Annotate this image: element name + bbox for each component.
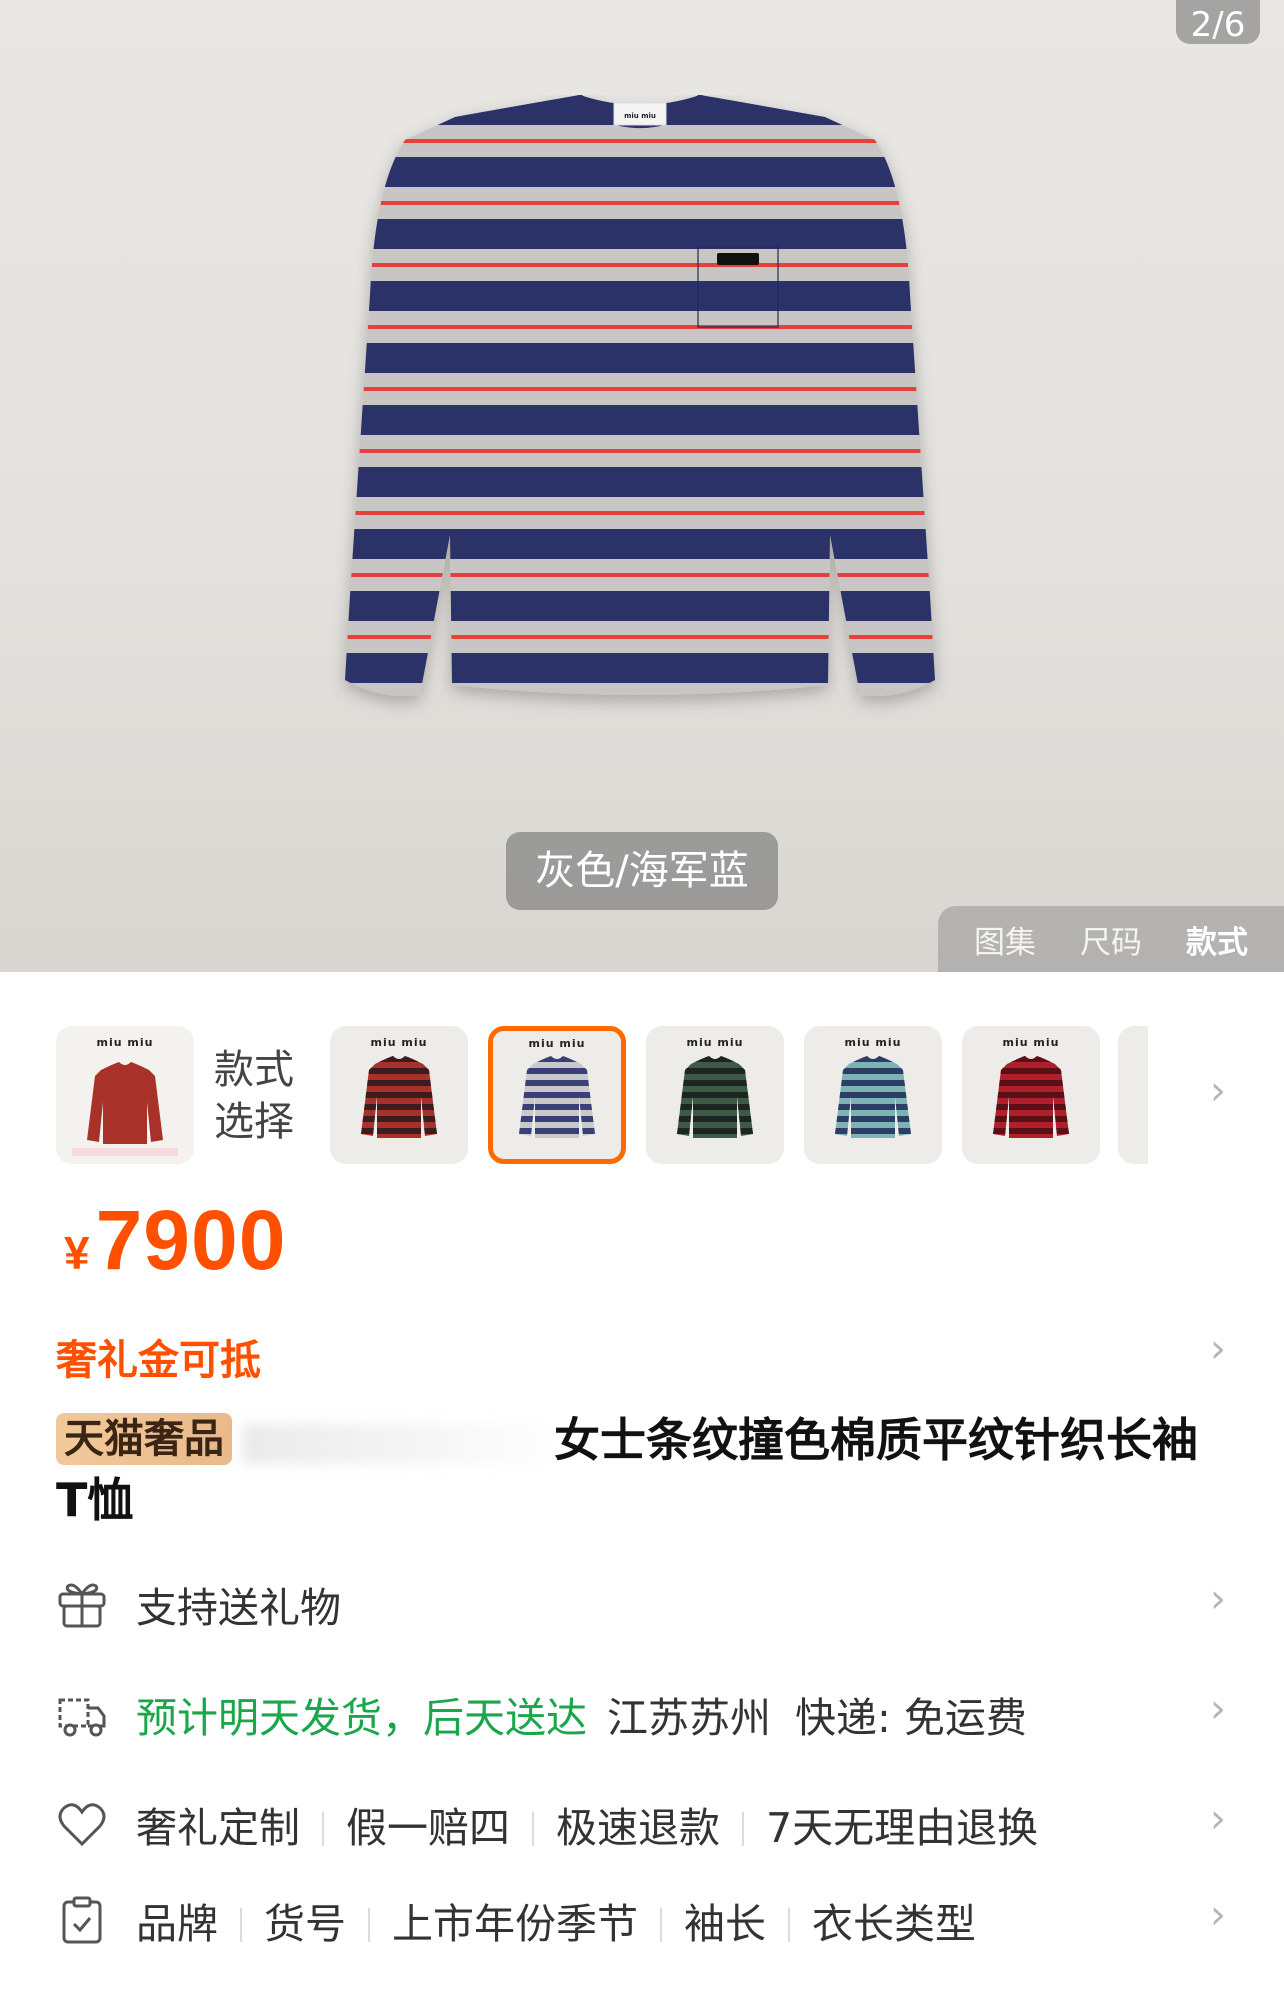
- blurred-brand-text: [242, 1423, 542, 1464]
- tmall-luxury-badge: 天猫奢品: [56, 1413, 232, 1465]
- shirt-thumb-icon: [87, 1062, 163, 1144]
- clipboard-icon: [62, 1896, 102, 1944]
- tab-size[interactable]: 尺码: [1080, 917, 1142, 962]
- thumb-pink-bar: [72, 1148, 178, 1156]
- shirt-thumb-icon: [361, 1056, 437, 1138]
- thumb-brand: miu miu: [1002, 1036, 1060, 1049]
- shirt-thumb-icon: [677, 1056, 753, 1138]
- shipping-chevron-icon[interactable]: ›: [1210, 1686, 1226, 1732]
- shirt-thumb-icon: [519, 1056, 595, 1138]
- collar-label: miu miu: [624, 112, 656, 120]
- gift-chevron-icon[interactable]: ›: [1210, 1576, 1226, 1622]
- express-fee: 快递: 免运费: [795, 1694, 1027, 1742]
- gift-row[interactable]: 支持送礼物: [56, 1574, 1236, 1634]
- style-select-label: 款式 选择: [214, 1047, 294, 1145]
- thumb-brand: miu miu: [96, 1036, 154, 1049]
- services-row[interactable]: 奢礼定制 假一赔四 极速退款 7天无理由退换: [56, 1794, 1236, 1854]
- service-item: 假一赔四: [346, 1804, 510, 1852]
- param-item: 袖长: [684, 1900, 766, 1948]
- separator: [788, 1908, 790, 1942]
- ship-origin: 江苏苏州: [607, 1694, 771, 1742]
- variant-thumb-green-black[interactable]: miu miu: [646, 1026, 784, 1164]
- color-name-chip: 灰色/海军蓝: [506, 832, 778, 910]
- product-price: ¥7900: [64, 1192, 286, 1289]
- product-shirt-image: miu miu: [330, 93, 950, 795]
- product-title: 天猫奢品 女士条纹撞色棉质平纹针织长袖T恤: [56, 1410, 1206, 1530]
- style-row-chevron-icon[interactable]: ›: [1210, 1068, 1226, 1114]
- separator: [532, 1812, 534, 1846]
- params-chevron-icon[interactable]: ›: [1210, 1892, 1226, 1938]
- param-item: 上市年份季节: [392, 1900, 638, 1948]
- delivery-truck-icon: [58, 1698, 106, 1737]
- price-value: 7900: [95, 1193, 287, 1287]
- price-currency: ¥: [64, 1227, 90, 1279]
- service-item: 极速退款: [556, 1804, 720, 1852]
- shirt-thumb-icon: [993, 1056, 1069, 1138]
- delivery-eta: 预计明天发货，后天送达: [136, 1694, 587, 1742]
- service-item: 7天无理由退换: [766, 1804, 1039, 1852]
- gift-support-text: 支持送礼物: [136, 1584, 341, 1632]
- variant-thumb-partial[interactable]: [1118, 1026, 1148, 1164]
- promo-chevron-icon[interactable]: ›: [1210, 1326, 1226, 1372]
- striped-shirt-graphic: miu miu: [345, 93, 935, 696]
- product-hero-image[interactable]: 2/6 miu miu 灰色/海军蓝 图集 尺码 款式: [0, 0, 1284, 972]
- thumb-brand: miu miu: [686, 1036, 744, 1049]
- thumb-brand: miu miu: [528, 1037, 586, 1050]
- service-item: 奢礼定制: [136, 1804, 300, 1852]
- param-item: 品牌: [136, 1900, 218, 1948]
- services-chevron-icon[interactable]: ›: [1210, 1796, 1226, 1842]
- param-item: 衣长类型: [812, 1900, 976, 1948]
- image-counter: 2/6: [1176, 0, 1260, 45]
- separator: [368, 1908, 370, 1942]
- view-tabs: 图集 尺码 款式: [938, 906, 1284, 972]
- thumb-brand: miu miu: [844, 1036, 902, 1049]
- separator: [742, 1812, 744, 1846]
- shipping-row[interactable]: 预计明天发货，后天送达 江苏苏州 快递: 免运费: [56, 1684, 1236, 1744]
- gift-money-promo[interactable]: 奢礼金可抵: [56, 1326, 261, 1386]
- heart-icon: [58, 1803, 106, 1847]
- main-product-thumb[interactable]: miu miu: [56, 1026, 194, 1164]
- variant-thumb-red-black[interactable]: miu miu: [330, 1026, 468, 1164]
- variant-thumb-red-dark[interactable]: miu miu: [962, 1026, 1100, 1164]
- separator: [660, 1908, 662, 1942]
- variant-thumb-teal-navy[interactable]: miu miu: [804, 1026, 942, 1164]
- thumb-brand: miu miu: [370, 1036, 428, 1049]
- tab-gallery[interactable]: 图集: [974, 917, 1036, 962]
- separator: [240, 1908, 242, 1942]
- gift-icon: [58, 1583, 106, 1628]
- separator: [322, 1812, 324, 1846]
- variant-thumb-grey-navy[interactable]: miu miu: [488, 1026, 626, 1164]
- params-row[interactable]: 品牌 货号 上市年份季节 袖长 衣长类型: [56, 1890, 1236, 1950]
- param-item: 货号: [264, 1900, 346, 1948]
- shirt-thumb-icon: [835, 1056, 911, 1138]
- tab-style[interactable]: 款式: [1186, 917, 1248, 962]
- style-selector: miu miu 款式 选择 miu miu miu miu miu miu mi…: [0, 1026, 1284, 1166]
